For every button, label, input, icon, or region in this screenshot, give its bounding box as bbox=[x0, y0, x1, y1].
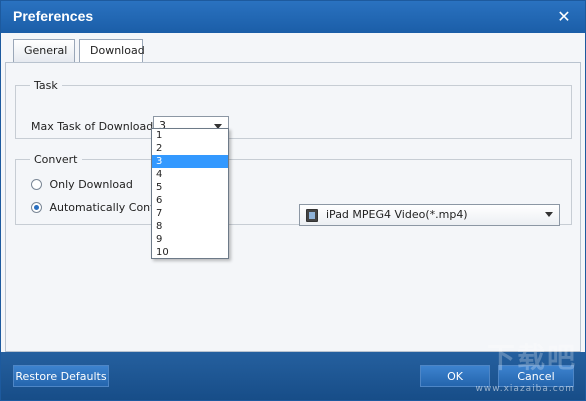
output-format-select[interactable]: iPad MPEG4 Video(*.mp4) bbox=[299, 204, 560, 226]
convert-group: Convert Only Download Automatically Conv… bbox=[15, 153, 572, 226]
watermark-url: www.xiazaiba.com bbox=[475, 384, 575, 394]
dropdown-option[interactable]: 6 bbox=[152, 194, 228, 207]
ipad-icon bbox=[306, 209, 318, 222]
dropdown-option[interactable]: 2 bbox=[152, 142, 228, 155]
watermark-logo: 下载吧 bbox=[486, 341, 577, 374]
max-task-label: Max Task of Download: bbox=[31, 120, 157, 133]
dropdown-option[interactable]: 7 bbox=[152, 207, 228, 220]
dialog-title: Preferences bbox=[13, 8, 94, 24]
tab-download[interactable]: Download bbox=[79, 39, 145, 62]
dropdown-option-selected[interactable]: 3 bbox=[152, 155, 228, 168]
radio-unchecked-icon bbox=[31, 179, 42, 190]
only-download-radio[interactable]: Only Download bbox=[31, 178, 133, 191]
download-settings-panel: Task Max Task of Download: 3 Convert Onl… bbox=[5, 62, 581, 352]
restore-defaults-button[interactable]: Restore Defaults bbox=[13, 365, 109, 387]
title-bar: Preferences ✕ bbox=[1, 1, 585, 33]
chevron-down-icon bbox=[545, 212, 553, 217]
radio-checked-icon bbox=[31, 202, 42, 213]
convert-legend: Convert bbox=[34, 153, 78, 166]
tab-general[interactable]: General bbox=[13, 39, 75, 62]
only-download-label: Only Download bbox=[49, 178, 133, 191]
dropdown-option[interactable]: 1 bbox=[152, 129, 228, 142]
close-icon[interactable]: ✕ bbox=[555, 7, 573, 27]
output-format-value: iPad MPEG4 Video(*.mp4) bbox=[326, 208, 468, 221]
dropdown-option[interactable]: 10 bbox=[152, 246, 228, 259]
task-group: Task Max Task of Download: 3 bbox=[15, 79, 572, 139]
max-task-dropdown-list: 1 2 3 4 5 6 7 8 9 10 bbox=[151, 128, 229, 259]
dropdown-option[interactable]: 5 bbox=[152, 181, 228, 194]
dropdown-option[interactable]: 8 bbox=[152, 220, 228, 233]
dropdown-option[interactable]: 4 bbox=[152, 168, 228, 181]
dropdown-option[interactable]: 9 bbox=[152, 233, 228, 246]
preferences-dialog: Preferences ✕ General Download Task Max … bbox=[0, 0, 586, 401]
task-legend: Task bbox=[34, 79, 58, 92]
button-bar: Restore Defaults OK Cancel 下载吧 www.xiaza… bbox=[1, 341, 585, 400]
